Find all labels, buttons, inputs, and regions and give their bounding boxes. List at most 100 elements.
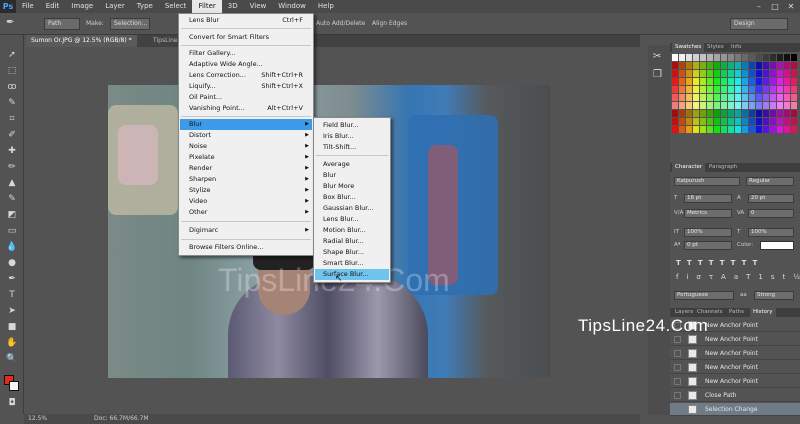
menu-item-blur-more[interactable]: Blur More: [323, 181, 354, 192]
menu-item-shape-blur[interactable]: Shape Blur...: [323, 247, 364, 258]
menu-edit[interactable]: Edit: [40, 0, 66, 13]
crop-tool-icon[interactable]: ⌗: [5, 113, 19, 125]
antialias-select[interactable]: Strong: [754, 291, 794, 300]
brush-tool-icon[interactable]: ✏: [5, 161, 19, 173]
menu-item-lens-correction[interactable]: Lens Correction...: [189, 70, 246, 81]
hand-tool-icon[interactable]: ✋: [5, 337, 19, 349]
menu-item-tilt-shift[interactable]: Tilt-Shift...: [323, 142, 356, 153]
history-item[interactable]: New Anchor Point: [670, 361, 800, 374]
dodge-tool-icon[interactable]: ●: [5, 257, 19, 269]
pen-tool-sidebar-icon[interactable]: ✒: [5, 273, 19, 285]
menu-item-lens-blur-last[interactable]: Lens Blur: [189, 15, 219, 26]
history-item-selected[interactable]: Selection Change: [670, 403, 800, 416]
eyedropper-tool-icon[interactable]: ✐: [5, 129, 19, 141]
menu-item-box-blur[interactable]: Box Blur...: [323, 192, 356, 203]
baseline-shift-field[interactable]: 0 pt: [684, 241, 732, 250]
menu-item-average[interactable]: Average: [323, 159, 350, 170]
history-item[interactable]: Close Path: [670, 389, 800, 402]
menu-item-liquify[interactable]: Liquify...: [189, 81, 216, 92]
menu-item-iris-blur[interactable]: Iris Blur...: [323, 131, 354, 142]
quick-select-tool-icon[interactable]: ✎: [5, 97, 19, 109]
menu-item-pixelate[interactable]: Pixelate: [189, 152, 215, 163]
lasso-tool-icon[interactable]: ꝏ: [5, 81, 19, 93]
tab-paragraph[interactable]: Paragraph: [706, 163, 740, 172]
quick-mask-icon[interactable]: ◘: [5, 397, 19, 409]
zoom-level[interactable]: 12.5%: [28, 415, 47, 422]
menu-item-convert-smart-filters[interactable]: Convert for Smart Filters: [189, 32, 269, 43]
menu-3d[interactable]: 3D: [222, 0, 244, 13]
menu-item-adaptive-wide-angle[interactable]: Adaptive Wide Angle...: [189, 59, 263, 70]
menu-file[interactable]: File: [16, 0, 40, 13]
menu-item-motion-blur[interactable]: Motion Blur...: [323, 225, 366, 236]
type-tool-icon[interactable]: T: [5, 289, 19, 301]
kerning-field[interactable]: Metrics: [684, 209, 732, 218]
tab-paths[interactable]: Paths: [726, 308, 747, 317]
menu-item-stylize[interactable]: Stylize: [189, 185, 211, 196]
menu-type[interactable]: Type: [131, 0, 159, 13]
font-family-select[interactable]: Kalpurush: [674, 177, 740, 186]
tools-collapse-icon[interactable]: ✂: [653, 51, 661, 62]
menu-item-distort[interactable]: Distort: [189, 130, 211, 141]
history-source-checkbox[interactable]: [674, 364, 681, 371]
history-source-checkbox[interactable]: [674, 378, 681, 385]
menu-item-digimarc[interactable]: Digimarc: [189, 225, 218, 236]
eraser-tool-icon[interactable]: ◩: [5, 209, 19, 221]
horizontal-scale-field[interactable]: 100%: [748, 228, 794, 237]
text-color-swatch[interactable]: [760, 241, 794, 250]
font-style-select[interactable]: Regular: [746, 177, 794, 186]
opentype-buttons[interactable]: fiστAaT1st½: [676, 273, 800, 281]
align-edges-checkbox[interactable]: Align Edges: [372, 20, 407, 27]
blur-tool-icon[interactable]: 💧: [5, 241, 19, 253]
history-item[interactable]: New Anchor Point: [670, 347, 800, 360]
font-size-field[interactable]: 18 pt: [684, 194, 732, 203]
menu-item-surface-blur[interactable]: Surface Blur...: [323, 269, 369, 280]
stamp-tool-icon[interactable]: ▲: [5, 177, 19, 189]
menu-item-video[interactable]: Video: [189, 196, 207, 207]
zoom-tool-icon[interactable]: 🔍: [5, 353, 19, 365]
menu-item-lens-blur[interactable]: Lens Blur...: [323, 214, 359, 225]
selection-button[interactable]: Selection...: [110, 18, 150, 30]
close-icon[interactable]: ✕: [784, 0, 798, 13]
path-select-tool-icon[interactable]: ➤: [5, 305, 19, 317]
shape-tool-icon[interactable]: ■: [5, 321, 19, 333]
tab-document-active[interactable]: Sumon Or.JPG @ 12.5% (RGB/8) *: [26, 35, 137, 47]
type-style-buttons[interactable]: TTTTTTTT: [676, 259, 794, 267]
history-brush-tool-icon[interactable]: ✎: [5, 193, 19, 205]
menu-item-radial-blur[interactable]: Radial Blur...: [323, 236, 364, 247]
pen-tool-icon[interactable]: ✒: [6, 17, 14, 28]
tab-styles[interactable]: Styles: [704, 43, 727, 52]
menu-filter[interactable]: Filter: [192, 0, 222, 13]
minimize-icon[interactable]: –: [752, 0, 766, 13]
history-item[interactable]: New Anchor Point: [670, 375, 800, 388]
marquee-tool-icon[interactable]: ⬚: [5, 65, 19, 77]
menu-item-oil-paint[interactable]: Oil Paint...: [189, 92, 222, 103]
menu-item-sharpen[interactable]: Sharpen: [189, 174, 216, 185]
menu-item-browse-filters-online[interactable]: Browse Filters Online...: [189, 242, 263, 253]
tracking-field[interactable]: 0: [748, 209, 794, 218]
menu-item-smart-blur[interactable]: Smart Blur...: [323, 258, 363, 269]
menu-image[interactable]: Image: [65, 0, 99, 13]
menu-window[interactable]: Window: [272, 0, 312, 13]
menu-item-render[interactable]: Render: [189, 163, 212, 174]
menu-item-field-blur[interactable]: Field Blur...: [323, 120, 359, 131]
move-tool-icon[interactable]: ➚: [5, 49, 19, 61]
history-source-checkbox[interactable]: [674, 350, 681, 357]
menu-help[interactable]: Help: [312, 0, 340, 13]
menu-item-blur[interactable]: Blur: [189, 119, 202, 130]
3d-panel-icon[interactable]: ❒: [653, 69, 662, 80]
maximize-icon[interactable]: □: [768, 0, 782, 13]
workspace-select[interactable]: Design: [730, 18, 788, 30]
menu-view[interactable]: View: [244, 0, 273, 13]
tab-character[interactable]: Character: [672, 163, 706, 172]
language-select[interactable]: Portuguese: [674, 291, 734, 300]
path-mode-select[interactable]: Path: [44, 18, 80, 30]
vertical-scale-field[interactable]: 100%: [684, 228, 732, 237]
leading-field[interactable]: 20 pt: [748, 194, 794, 203]
tab-history[interactable]: History: [750, 308, 776, 317]
background-color-swatch[interactable]: [9, 381, 19, 391]
menu-item-vanishing-point[interactable]: Vanishing Point...: [189, 103, 245, 114]
history-source-checkbox[interactable]: [674, 392, 681, 399]
tab-info[interactable]: Info: [728, 43, 744, 52]
menu-item-gaussian-blur[interactable]: Gaussian Blur...: [323, 203, 374, 214]
history-source-checkbox[interactable]: [674, 336, 681, 343]
